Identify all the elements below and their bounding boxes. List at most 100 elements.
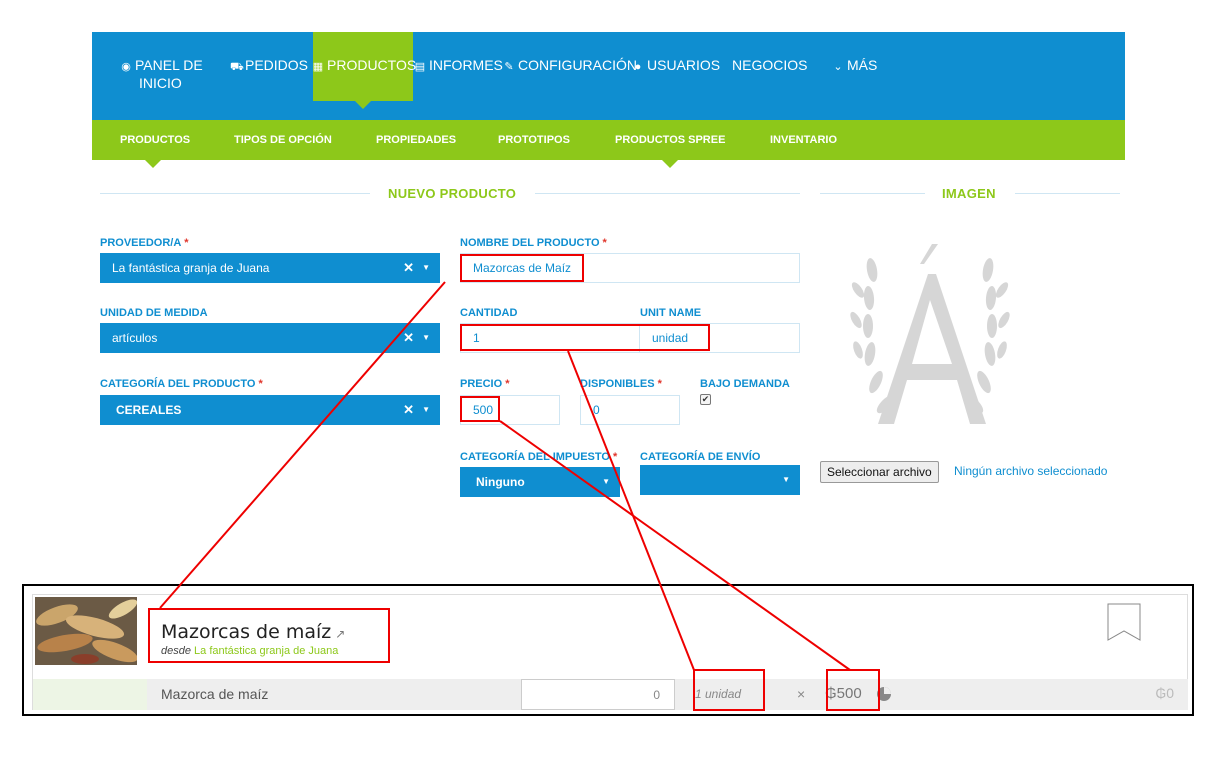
chevron-down-icon[interactable]: ▼: [782, 465, 790, 495]
chevron-down-icon[interactable]: ▼: [422, 253, 430, 283]
product-name-input[interactable]: Mazorcas de Maíz: [460, 253, 800, 283]
available-label: DISPONIBLES *: [580, 378, 662, 390]
clear-icon[interactable]: ✕: [403, 253, 414, 283]
chevron-down-icon: ⌄: [833, 61, 843, 73]
divider: [820, 193, 925, 194]
on-demand-checkbox[interactable]: ✔: [700, 394, 711, 405]
dashboard-icon: ◉: [121, 61, 131, 73]
nav-label: MÁS: [847, 57, 878, 73]
unit-select[interactable]: artículos ✕ ▼: [100, 323, 440, 353]
category-select[interactable]: CEREALES ✕ ▼: [100, 395, 440, 425]
product-title-text: Mazorcas de maíz: [161, 621, 332, 643]
subnav-item-inventory[interactable]: INVENTARIO: [770, 134, 837, 146]
unit-label: 1 unidad: [695, 687, 742, 701]
label-text: NOMBRE DEL PRODUCTO: [460, 237, 600, 249]
grid-icon: ▦: [312, 61, 324, 73]
required-mark: *: [602, 237, 607, 249]
external-link-icon[interactable]: ↗: [335, 627, 345, 641]
section-title-image: IMAGEN: [942, 186, 996, 201]
quantity-input[interactable]: 1: [460, 323, 640, 353]
quantity-label: CANTIDAD: [460, 307, 518, 319]
tax-category-select[interactable]: Ninguno ▼: [460, 467, 620, 497]
supplier-link[interactable]: La fantástica granja de Juana: [194, 645, 338, 657]
chevron-down-icon[interactable]: ▼: [422, 323, 430, 353]
nav-label: INICIO: [139, 75, 182, 91]
nav-label: PANEL DE: [135, 57, 203, 73]
section-title-new-product: NUEVO PRODUCTO: [388, 186, 517, 201]
document-icon: ▤: [414, 61, 426, 73]
subnav-caret: [145, 160, 161, 168]
tax-category-value: Ninguno: [476, 475, 525, 489]
product-supplier-line: desde La fantástica granja de Juana: [161, 645, 338, 657]
tax-category-label: CATEGORÍA DEL IMPUESTO *: [460, 451, 617, 463]
variant-row: Mazorca de maíz 0 1 unidad × ₲500 ₲0: [147, 679, 1188, 710]
nav-label: PRODUCTOS: [327, 57, 417, 73]
unit-price: ₲500: [825, 685, 862, 702]
nav-label: PEDIDOS: [245, 57, 309, 73]
nav-label: NEGOCIOS: [732, 57, 808, 73]
supplier-select[interactable]: La fantástica granja de Juana ✕ ▼: [100, 253, 440, 283]
label-text: PROVEEDOR/A: [100, 237, 182, 249]
subnav-item-prototypes[interactable]: PROTOTIPOS: [498, 134, 570, 146]
nav-item-orders[interactable]: ⛟PEDIDOS: [230, 57, 308, 75]
clear-icon[interactable]: ✕: [403, 323, 414, 353]
nav-item-users[interactable]: ● USUARIOS: [632, 57, 720, 75]
subnav-caret: [662, 160, 678, 168]
nav-item-products[interactable]: ▦ PRODUCTOS: [312, 57, 416, 75]
label-text: CATEGORÍA DEL IMPUESTO: [460, 451, 610, 463]
subnav-item-option-types[interactable]: TIPOS DE OPCIÓN: [234, 134, 332, 146]
divider: [100, 193, 370, 194]
product-card-inner: Mazorcas de maíz ↗ desde La fantástica gr…: [32, 594, 1188, 710]
category-label: CATEGORÍA DEL PRODUCTO *: [100, 378, 263, 390]
required-mark: *: [505, 378, 510, 390]
unit-label: UNIDAD DE MEDIDA: [100, 307, 208, 319]
image-placeholder-icon: [850, 244, 1010, 424]
required-mark: *: [258, 378, 263, 390]
price-input[interactable]: 500: [460, 395, 560, 425]
nav-label: CONFIGURACIÓN: [518, 57, 637, 73]
from-text: desde: [161, 645, 191, 657]
divider: [535, 193, 800, 194]
shipping-category-select[interactable]: ▼: [640, 465, 800, 495]
subnav-item-spree-products[interactable]: PRODUCTOS SPREE: [615, 134, 725, 146]
choose-file-button[interactable]: Seleccionar archivo: [820, 461, 939, 483]
cart-icon: ⛟: [230, 61, 244, 73]
divider: [1015, 193, 1120, 194]
line-total: ₲0: [1155, 685, 1174, 701]
pie-chart-icon[interactable]: [877, 687, 891, 701]
main-navbar: [92, 32, 1125, 120]
category-value: CEREALES: [116, 403, 182, 417]
nav-label: INFORMES: [429, 57, 503, 73]
wrench-icon: ✎: [504, 61, 514, 73]
required-mark: *: [612, 451, 618, 463]
unit-value: artículos: [112, 331, 158, 345]
subnav-item-products[interactable]: PRODUCTOS: [120, 134, 190, 146]
bookmark-icon[interactable]: [1107, 603, 1141, 641]
chevron-down-icon[interactable]: ▼: [422, 395, 430, 425]
thumbnail-background: [33, 679, 147, 710]
nav-item-settings[interactable]: ✎ CONFIGURACIÓN: [503, 57, 637, 75]
shipping-category-label: CATEGORÍA DE ENVÍO: [640, 451, 761, 463]
product-thumbnail: [35, 597, 137, 665]
nav-item-reports[interactable]: ▤ INFORMES: [414, 57, 503, 75]
clear-icon[interactable]: ✕: [403, 395, 414, 425]
product-card: Mazorcas de maíz ↗ desde La fantástica gr…: [22, 584, 1194, 716]
product-title[interactable]: Mazorcas de maíz ↗: [161, 621, 345, 643]
quantity-input[interactable]: 0: [521, 679, 675, 710]
nav-item-dashboard[interactable]: ◉ PANEL DE INICIO: [120, 57, 203, 91]
nav-item-businesses[interactable]: NEGOCIOS: [732, 57, 807, 73]
available-input[interactable]: 0: [580, 395, 680, 425]
product-name-label: NOMBRE DEL PRODUCTO *: [460, 237, 607, 249]
subnav-item-properties[interactable]: PROPIEDADES: [376, 134, 456, 146]
required-mark: *: [184, 237, 189, 249]
nav-label: USUARIOS: [647, 57, 721, 73]
unit-name-input[interactable]: unidad: [639, 323, 800, 353]
nav-item-more[interactable]: ⌄ MÁS: [832, 57, 877, 75]
user-icon: ●: [634, 61, 642, 73]
label-text: DISPONIBLES: [580, 378, 655, 390]
file-status-text: Ningún archivo seleccionado: [954, 464, 1108, 478]
variant-name: Mazorca de maíz: [161, 686, 269, 702]
chevron-down-icon[interactable]: ▼: [602, 467, 610, 497]
supplier-value: La fantástica granja de Juana: [112, 261, 270, 275]
supplier-label: PROVEEDOR/A *: [100, 237, 189, 249]
